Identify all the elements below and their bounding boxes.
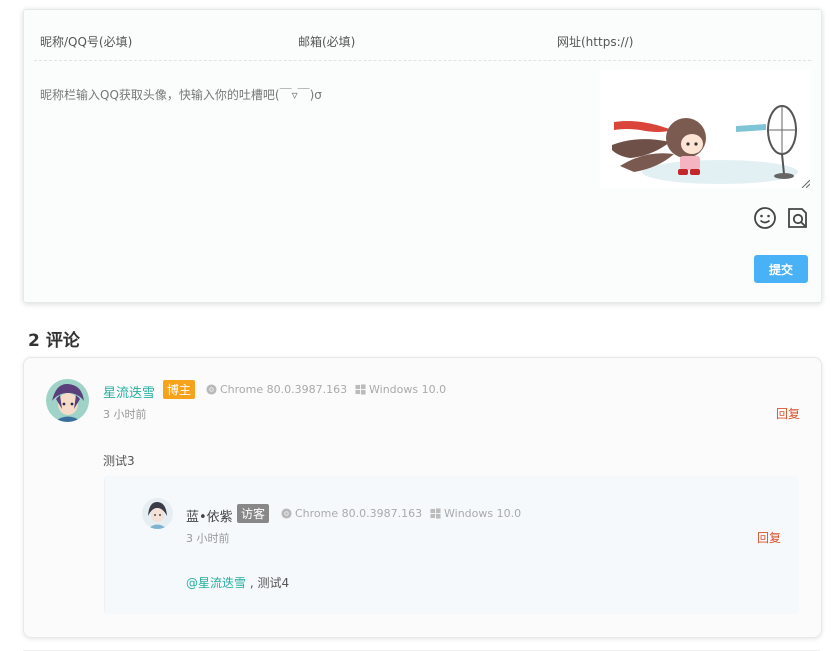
reply-avatar[interactable] xyxy=(142,498,173,529)
textarea-resize-icon[interactable] xyxy=(800,178,810,188)
reply-reply-button[interactable]: 回复 xyxy=(757,529,781,546)
reply-os: Windows 10.0 xyxy=(430,507,521,520)
comment-os: Windows 10.0 xyxy=(355,383,446,396)
reply-browser-text: Chrome 80.0.3987.163 xyxy=(295,507,423,520)
avatar[interactable] xyxy=(46,379,89,422)
nick-placeholder: 昵称/QQ号(必填) xyxy=(40,35,133,49)
windows-icon xyxy=(430,508,441,519)
reply-button[interactable]: 回复 xyxy=(776,405,800,422)
comments-count-title: 2 评论 xyxy=(28,326,80,351)
os-text: Windows 10.0 xyxy=(369,383,447,396)
form-divider xyxy=(34,60,811,61)
email-input[interactable]: 邮箱(必填) xyxy=(298,33,355,50)
email-placeholder: 邮箱(必填) xyxy=(298,35,356,49)
browser-text: Chrome 80.0.3987.163 xyxy=(220,383,348,396)
textarea-placeholder: 昵称栏输入QQ获取头像，快输入你的吐槽吧(￣▿￣)σ xyxy=(40,88,322,102)
comment-textarea[interactable]: 昵称栏输入QQ获取头像，快输入你的吐槽吧(￣▿￣)σ xyxy=(40,86,322,103)
mascot-illustration xyxy=(600,70,810,188)
comment-time: 3 小时前 xyxy=(103,408,147,421)
reply-text: , 测试4 xyxy=(246,576,290,590)
reply-os-text: Windows 10.0 xyxy=(444,507,522,520)
reply-content: @星流迭雪 , 测试4 xyxy=(186,574,289,591)
comment-browser: Chrome 80.0.3987.163 xyxy=(206,383,347,396)
reply-nick[interactable]: 蓝•依紫 xyxy=(186,506,233,525)
guest-badge: 访客 xyxy=(237,504,270,523)
submit-button[interactable]: 提交 xyxy=(754,255,808,283)
admin-badge: 博主 xyxy=(163,380,196,399)
comments-label: 评论 xyxy=(45,331,80,351)
comments-count: 2 xyxy=(28,331,40,351)
nick-input[interactable]: 昵称/QQ号(必填) xyxy=(40,33,132,50)
windows-icon xyxy=(355,384,366,395)
reply-mention[interactable]: @星流迭雪 xyxy=(186,576,246,590)
emoji-icon[interactable] xyxy=(753,206,777,230)
comment-form: 昵称/QQ号(必填) 邮箱(必填) 网址(https://) 昵称栏输入QQ获取… xyxy=(23,9,822,303)
chrome-icon xyxy=(206,384,217,395)
comment-content: 测试3 xyxy=(103,454,135,468)
comment-nick[interactable]: 星流迭雪 xyxy=(103,382,155,401)
chrome-icon xyxy=(281,508,292,519)
reply-time: 3 小时前 xyxy=(186,532,230,545)
reply-browser: Chrome 80.0.3987.163 xyxy=(281,507,422,520)
comment-list: 星流迭雪 博主 Chrome 80.0.3987.163 Windows 10.… xyxy=(23,357,822,638)
reply-thread: 蓝•依紫 访客 Chrome 80.0.3987.163 Windows 10.… xyxy=(104,476,799,614)
url-placeholder: 网址(https://) xyxy=(557,35,634,49)
preview-icon[interactable] xyxy=(786,206,810,230)
url-input[interactable]: 网址(https://) xyxy=(557,33,633,50)
